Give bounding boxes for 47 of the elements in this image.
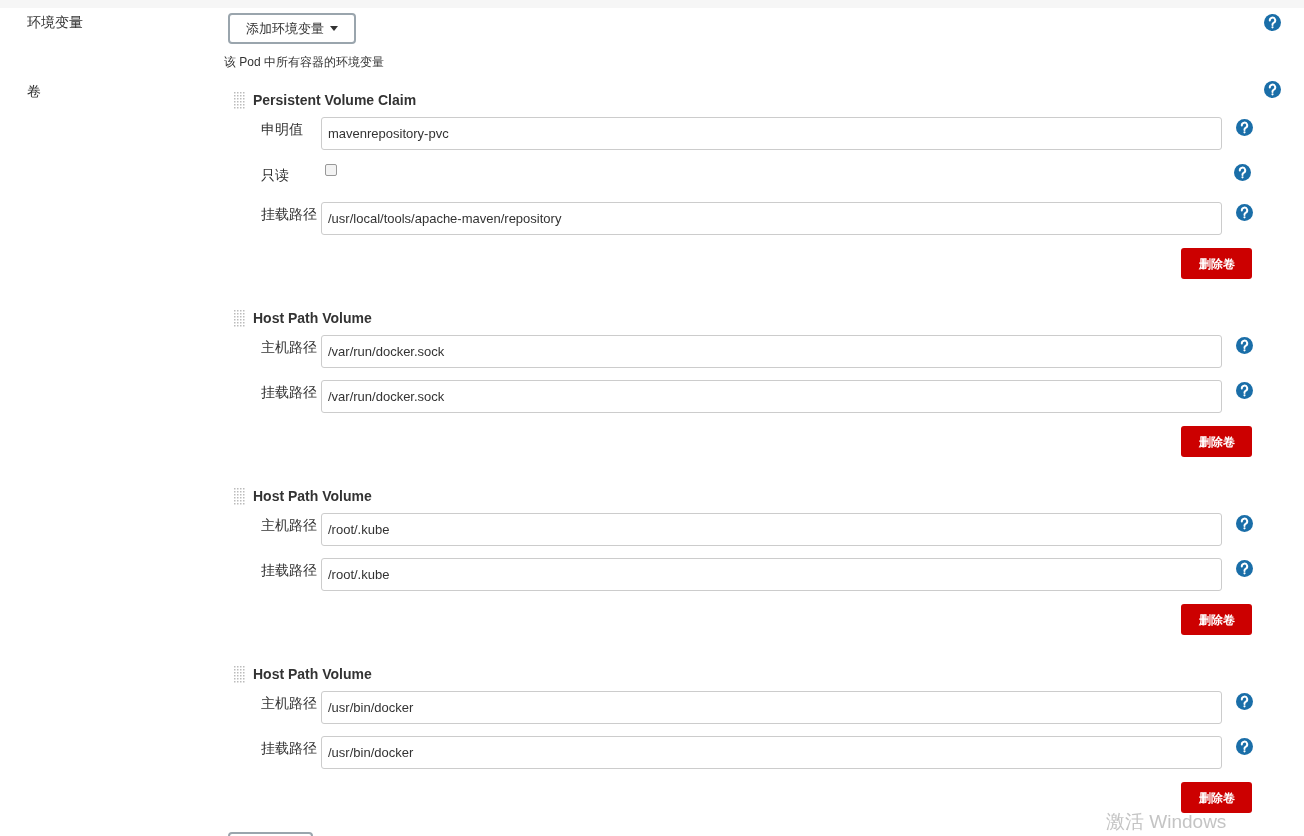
help-icon[interactable] — [1264, 81, 1281, 98]
help-icon[interactable] — [1236, 119, 1253, 136]
drag-handle-icon[interactable] — [234, 310, 245, 327]
input-field[interactable]: /root/.kube — [321, 558, 1222, 591]
delete-volume-button[interactable]: 删除卷 — [1181, 426, 1252, 457]
delete-volume-button[interactable]: 删除卷 — [1181, 604, 1252, 635]
os-watermark-text: 激活 Windows — [1106, 811, 1227, 833]
help-icon[interactable] — [1236, 560, 1253, 577]
add-env-dropdown-button[interactable]: 添加环境变量 — [228, 13, 356, 44]
field-label: 主机路径 — [261, 338, 318, 357]
field-label: 主机路径 — [261, 694, 318, 713]
input-field[interactable]: /var/run/docker.sock — [321, 380, 1222, 413]
caret-icon — [330, 26, 338, 31]
help-icon[interactable] — [1236, 337, 1253, 354]
checkbox[interactable] — [325, 164, 337, 176]
input-field[interactable]: /root/.kube — [321, 513, 1222, 546]
field-label: 申明值 — [261, 120, 304, 139]
help-icon[interactable] — [1236, 738, 1253, 755]
field-label: 主机路径 — [261, 516, 318, 535]
volume-title: Host Path Volume — [253, 665, 372, 684]
help-icon[interactable] — [1234, 164, 1251, 181]
input-field[interactable]: /usr/local/tools/apache-maven/repository — [321, 202, 1222, 235]
section-label: 卷 — [26, 82, 42, 101]
drag-handle-icon[interactable] — [234, 488, 245, 505]
help-icon[interactable] — [1236, 693, 1253, 710]
drag-handle-icon[interactable] — [234, 666, 245, 683]
section-label: 环境变量 — [26, 13, 84, 32]
input-field[interactable]: /var/run/docker.sock — [321, 335, 1222, 368]
drag-handle-icon[interactable] — [234, 92, 245, 109]
field-label: 挂载路径 — [261, 739, 318, 758]
help-icon[interactable] — [1236, 204, 1253, 221]
input-field[interactable]: /usr/bin/docker — [321, 691, 1222, 724]
help-icon[interactable] — [1236, 515, 1253, 532]
field-label: 挂载路径 — [261, 561, 318, 580]
delete-volume-button[interactable]: 删除卷 — [1181, 782, 1252, 813]
input-field[interactable]: /usr/bin/docker — [321, 736, 1222, 769]
input-field[interactable]: mavenrepository-pvc — [321, 117, 1222, 150]
hint-text: 该 Pod 中所有容器的环境变量 — [224, 54, 386, 71]
volume-title: Host Path Volume — [253, 487, 372, 506]
delete-volume-button[interactable]: 删除卷 — [1181, 248, 1252, 279]
volume-title: Host Path Volume — [253, 309, 372, 328]
field-label: 挂载路径 — [261, 383, 318, 402]
field-label: 挂载路径 — [261, 205, 318, 224]
field-label: 只读 — [261, 166, 290, 185]
help-icon[interactable] — [1236, 382, 1253, 399]
help-icon[interactable] — [1264, 14, 1281, 31]
volume-title: Persistent Volume Claim — [253, 91, 417, 110]
